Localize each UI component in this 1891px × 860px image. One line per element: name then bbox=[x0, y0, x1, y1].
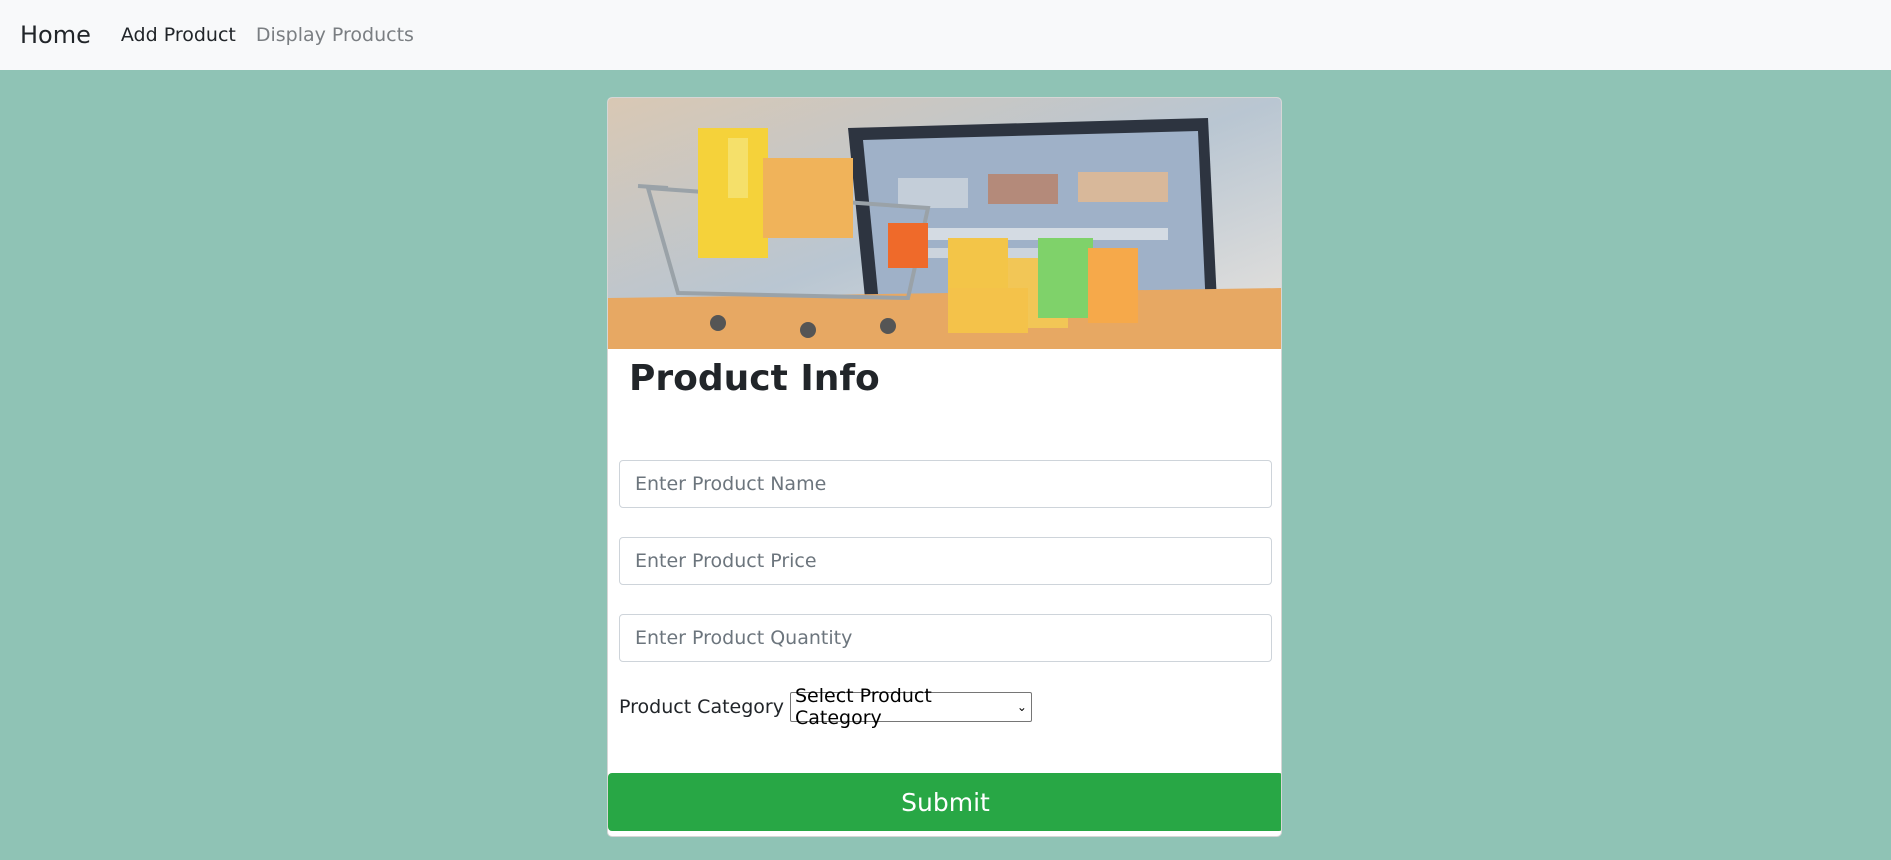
nav-link-display-products[interactable]: Display Products bbox=[256, 24, 414, 46]
chevron-down-icon: ⌄ bbox=[1016, 700, 1027, 714]
hero-image bbox=[608, 98, 1281, 349]
product-quantity-input[interactable] bbox=[619, 614, 1272, 662]
product-name-input[interactable] bbox=[619, 460, 1272, 508]
submit-button[interactable]: Submit bbox=[608, 773, 1281, 831]
category-select[interactable]: Select Product Category ⌄ bbox=[789, 685, 1032, 729]
nav-brand-home[interactable]: Home bbox=[20, 21, 91, 49]
card-title: Product Info bbox=[629, 358, 880, 399]
category-select-value: Select Product Category bbox=[794, 685, 932, 729]
nav-link-add-product[interactable]: Add Product bbox=[121, 24, 236, 46]
navbar: Home Add Product Display Products bbox=[0, 0, 1891, 70]
product-form-card: Product Info Product Category Select Pro… bbox=[607, 97, 1282, 837]
product-price-input[interactable] bbox=[619, 537, 1272, 585]
category-row: Product Category Select Product Category… bbox=[619, 685, 1032, 729]
category-label: Product Category bbox=[619, 696, 784, 718]
shopping-cart-illustration-icon bbox=[608, 98, 1281, 349]
